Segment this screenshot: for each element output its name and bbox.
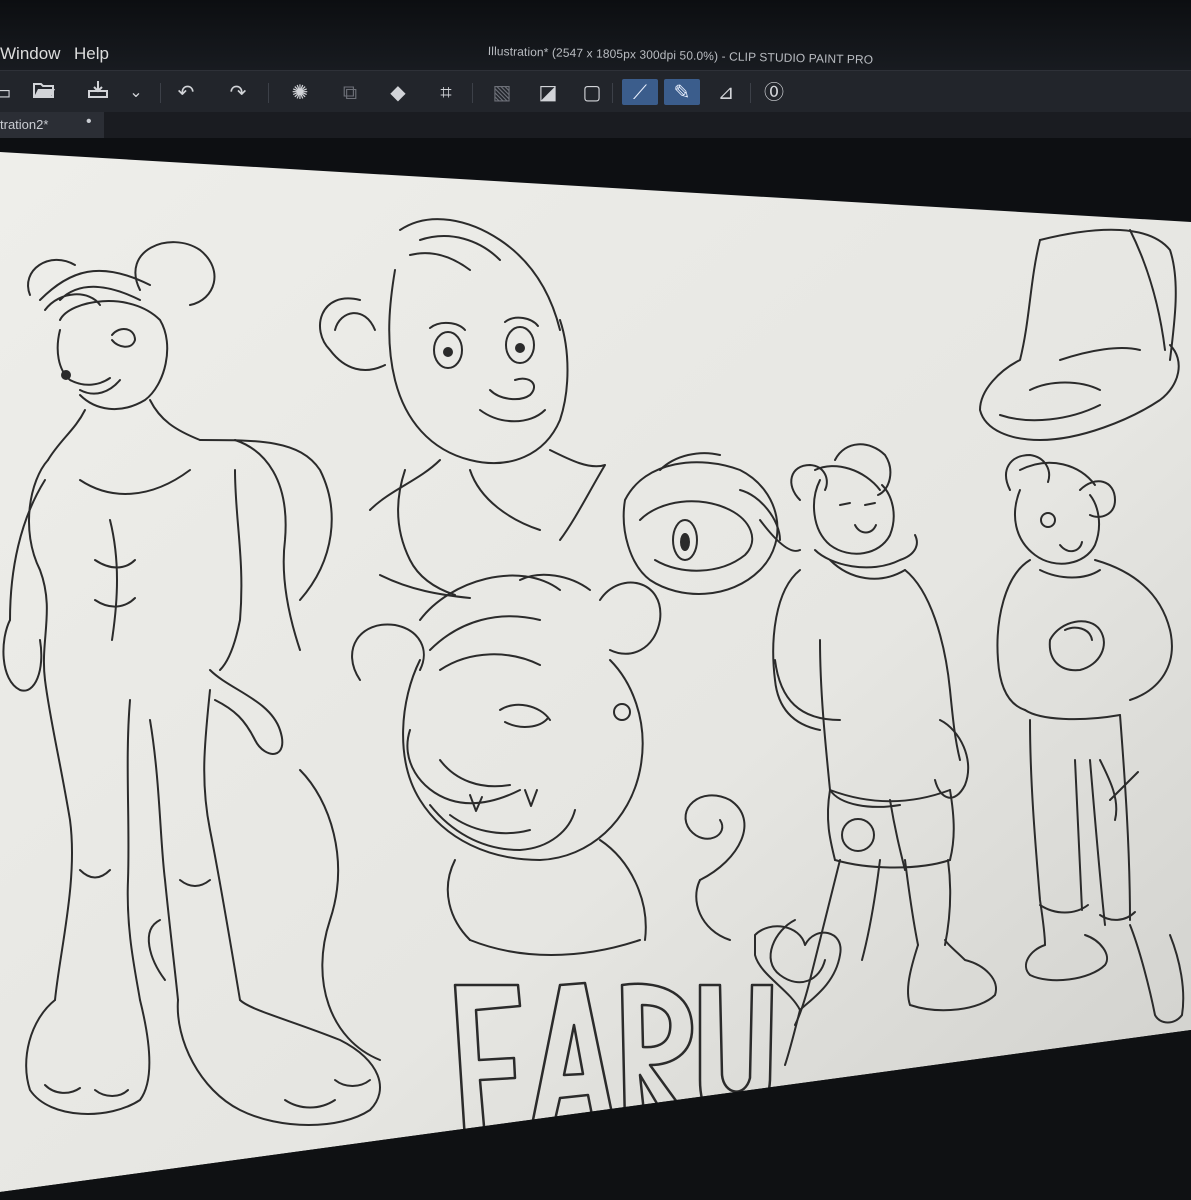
crop-icon[interactable]: ⌗ <box>432 79 460 105</box>
new-file-icon[interactable]: ▭ <box>0 79 16 105</box>
command-bar: ▭ ⌄ ↶ ↷ ✺ ⧉ ◆ ⌗ ▧ ◪ ▢ ⟋ ✎ ⊿ ⓪ <box>0 70 1191 113</box>
canvas-area[interactable] <box>0 138 1191 1200</box>
toolbar-divider <box>612 83 613 103</box>
pen-tool-icon[interactable]: ⟋ <box>622 79 658 105</box>
toolbar-divider <box>750 83 751 103</box>
document-tab-label: tration2* <box>0 117 49 132</box>
window-title: Illustration* (2547 x 1805px 300dpi 50.0… <box>487 44 874 67</box>
unsaved-indicator: • <box>86 113 92 130</box>
open-folder-icon[interactable] <box>30 79 58 105</box>
dropdown-chevron-icon[interactable]: ⌄ <box>122 79 150 105</box>
undo-icon[interactable]: ↶ <box>172 79 200 105</box>
toolbar-divider <box>268 83 269 103</box>
help-icon[interactable]: ⓪ <box>760 79 788 105</box>
save-icon[interactable] <box>84 79 112 105</box>
toolbar-divider <box>472 83 473 103</box>
document-tab-bar: tration2* • <box>0 112 1191 138</box>
title-bar: Window Help Illustration* (2547 x 1805px… <box>0 0 1191 70</box>
redo-icon[interactable]: ↷ <box>224 79 252 105</box>
menu-window[interactable]: Window <box>0 44 60 64</box>
clear-selection-icon[interactable]: ✺ <box>286 79 314 105</box>
border-icon[interactable]: ▢ <box>578 79 606 105</box>
line-tool-icon[interactable]: ⊿ <box>712 79 740 105</box>
document-tab[interactable]: tration2* • <box>0 112 104 138</box>
show-selection-icon[interactable]: ▧ <box>488 79 516 105</box>
brush-tool-icon[interactable]: ✎ <box>664 79 700 105</box>
tone-icon[interactable]: ◪ <box>534 79 562 105</box>
copy-layer-icon[interactable]: ⧉ <box>336 79 364 105</box>
fill-icon[interactable]: ◆ <box>384 79 412 105</box>
toolbar-divider <box>160 83 161 103</box>
menu-help[interactable]: Help <box>74 44 109 64</box>
drawing-canvas[interactable] <box>0 138 1191 1200</box>
